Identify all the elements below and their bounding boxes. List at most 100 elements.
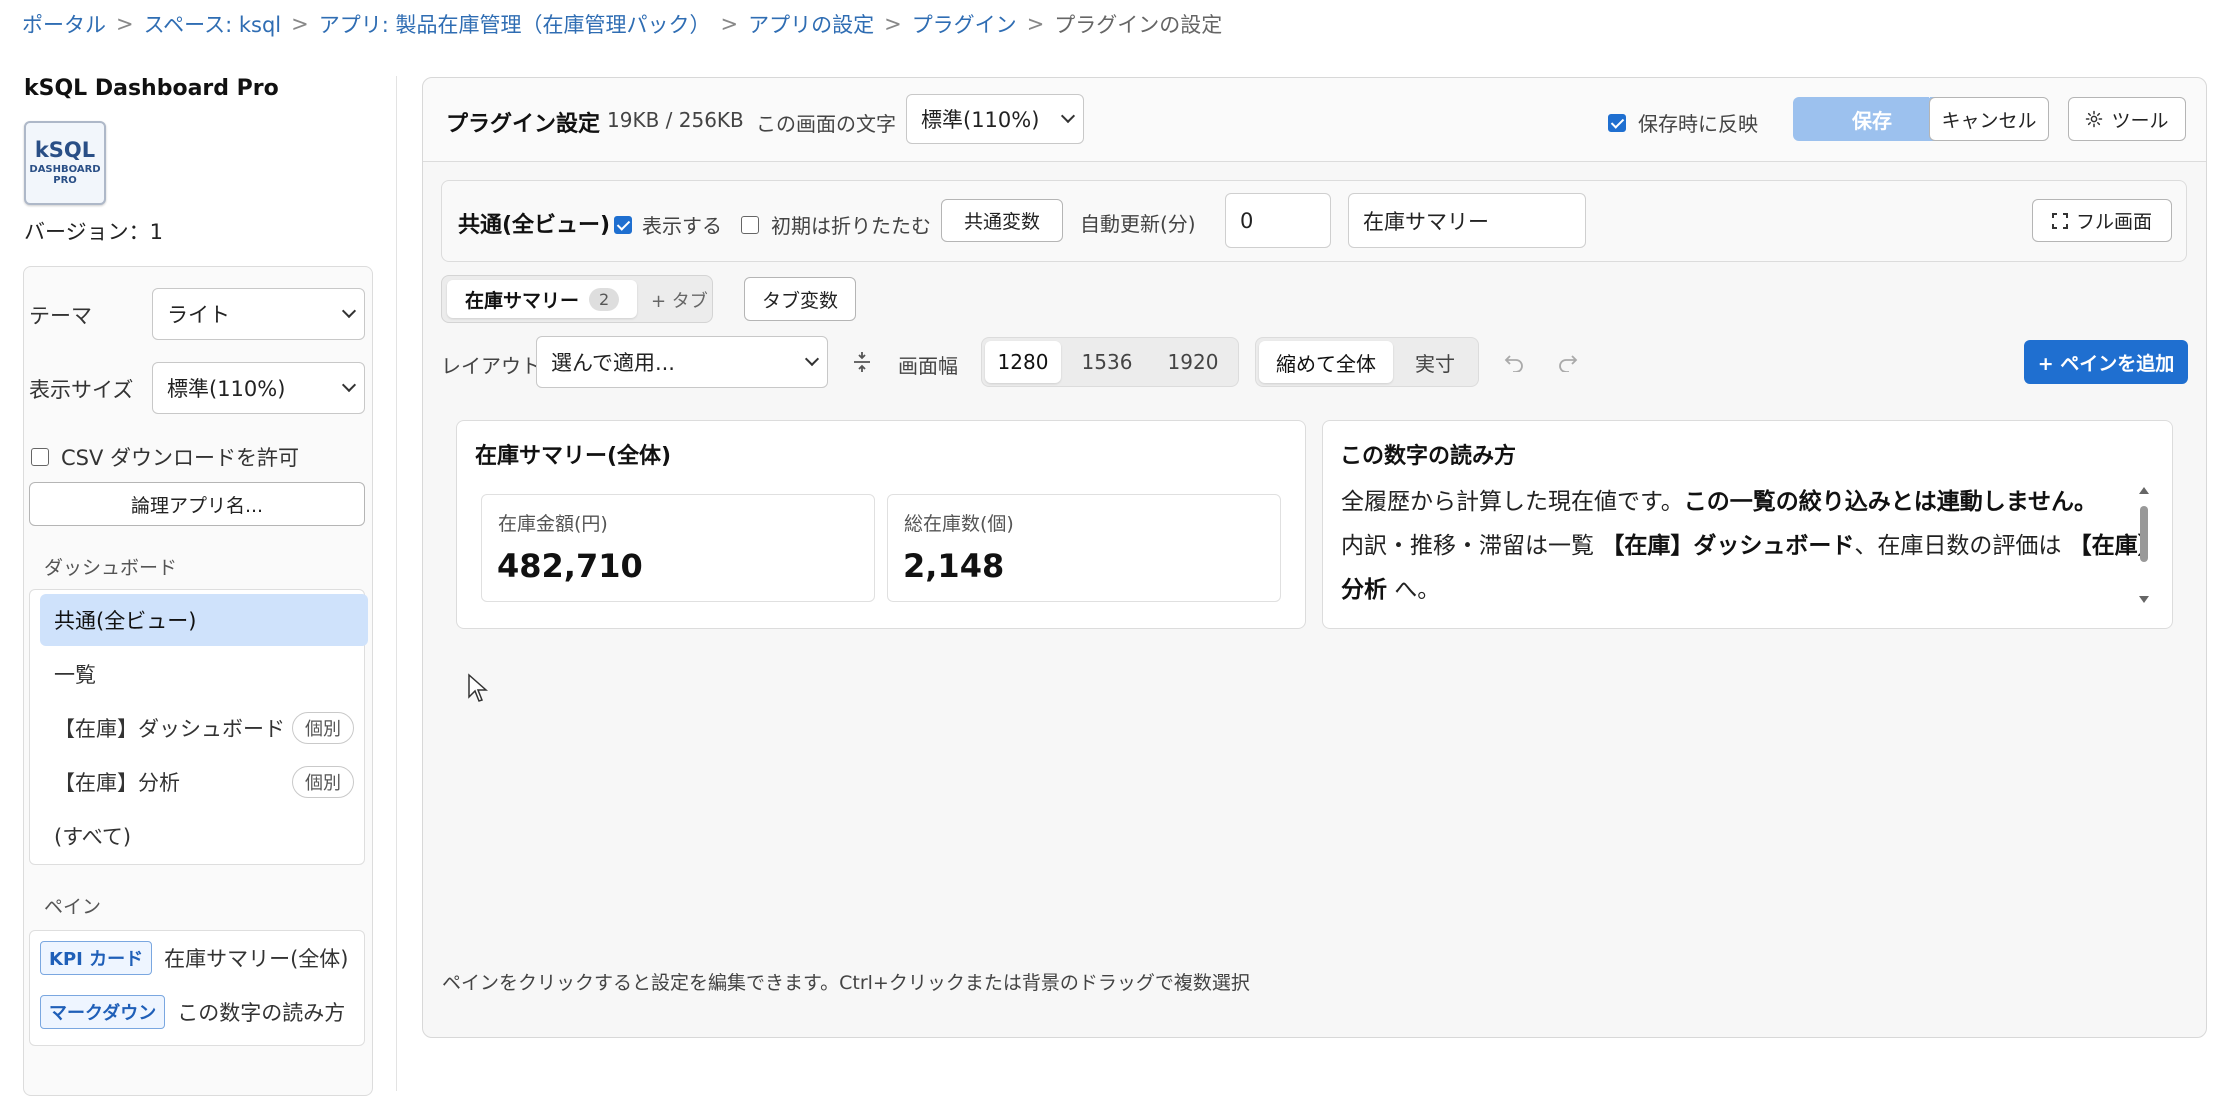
screen-width-label: 画面幅 xyxy=(898,354,958,378)
kpi-value: 2,148 xyxy=(903,547,1005,585)
scrollbar-graphic xyxy=(2139,487,2149,603)
pane-list-label: 在庫サマリー(全体) xyxy=(164,947,349,971)
breadcrumb-space[interactable]: スペース: ksql xyxy=(144,9,282,39)
width-option-1280[interactable]: 1280 xyxy=(985,341,1061,383)
dashboard-item-label: 【在庫】分析 xyxy=(54,771,180,795)
pane-list-item[interactable]: マークダウン この数字の読み方 xyxy=(40,992,345,1032)
width-option-1920[interactable]: 1920 xyxy=(1155,341,1231,383)
breadcrumb-current: プラグインの設定 xyxy=(1054,13,1223,37)
actual-size-option[interactable]: 実寸 xyxy=(1397,341,1473,383)
breadcrumb-separator: > xyxy=(116,12,134,36)
individual-badge: 個別 xyxy=(292,712,354,744)
kpi-label: 在庫金額(円) xyxy=(498,513,608,535)
size-select-value: 標準(110%) xyxy=(167,377,286,401)
undo-icon[interactable] xyxy=(1503,352,1525,372)
md-bold: 【在庫】ダッシュボード xyxy=(1601,533,1855,559)
chevron-down-icon xyxy=(341,303,357,319)
breadcrumb-separator: > xyxy=(291,12,309,36)
collapse-option: 初期は折りたたむ xyxy=(741,210,931,239)
show-option: 表示する xyxy=(614,210,722,239)
dashboard-item-label: (すべて) xyxy=(54,825,132,849)
logo-text: kSQL xyxy=(34,138,96,162)
csv-label: CSV ダウンロードを許可 xyxy=(61,446,300,470)
fullscreen-icon xyxy=(2051,212,2068,229)
pane-list-label: この数字の読み方 xyxy=(177,1001,346,1025)
breadcrumb-separator: > xyxy=(884,12,902,36)
apply-on-save-label: 保存時に反映 xyxy=(1638,112,1758,136)
kpi-pane-title: 在庫サマリー(全体) xyxy=(475,444,672,469)
size-info: 19KB / 256KB xyxy=(607,108,744,132)
add-tab-button[interactable]: + タブ xyxy=(651,287,708,313)
mouse-cursor-icon xyxy=(468,673,488,702)
app-logo: kSQL DASHBOARD PRO xyxy=(24,121,106,205)
md-text: 、在庫日数の評価は xyxy=(1854,533,2069,559)
breadcrumb-separator: > xyxy=(1026,12,1045,36)
layout-label: レイアウト xyxy=(441,354,541,378)
dashboard-item-inventory-dashboard[interactable]: 【在庫】ダッシュボード 個別 xyxy=(40,702,368,754)
dashboard-item-common[interactable]: 共通(全ビュー) xyxy=(40,594,368,646)
theme-label: テーマ xyxy=(29,304,92,328)
canvas-hint: ペインをクリックすると設定を編集できます。Ctrl+クリックまたは背景のドラッグ… xyxy=(442,972,1250,994)
layout-select-value: 選んで適用... xyxy=(551,351,675,375)
logo-text: PRO xyxy=(53,175,77,186)
breadcrumb-app[interactable]: アプリ: 製品在庫管理（在庫管理パック） xyxy=(319,9,711,39)
theme-select-value: ライト xyxy=(167,303,230,327)
width-option-1536[interactable]: 1536 xyxy=(1069,341,1145,383)
markdown-line: 全履歴から計算した現在値です。この一覧の絞り込みとは連動しません。 xyxy=(1341,480,2141,524)
save-button[interactable]: 保存 xyxy=(1793,97,1951,141)
breadcrumb-separator: > xyxy=(720,12,739,36)
kpi-card: 在庫金額(円) 482,710 xyxy=(481,494,875,602)
collapse-label: 初期は折りたたむ xyxy=(771,214,931,238)
theme-select[interactable]: ライト xyxy=(152,288,365,340)
app-name: kSQL Dashboard Pro xyxy=(24,76,279,101)
dashboard-item-all[interactable]: (すべて) xyxy=(40,810,368,862)
redo-icon[interactable] xyxy=(1557,352,1579,372)
auto-refresh-label: 自動更新(分) xyxy=(1080,212,1196,236)
breadcrumb-app-settings[interactable]: アプリの設定 xyxy=(748,9,874,39)
dashboard-item-inventory-analysis[interactable]: 【在庫】分析 個別 xyxy=(40,756,368,808)
collapse-vertical-icon[interactable] xyxy=(853,351,871,373)
tools-button[interactable]: ツール xyxy=(2068,97,2186,141)
layout-select[interactable]: 選んで適用... xyxy=(536,336,828,388)
dashboard-name-input[interactable]: 在庫サマリー xyxy=(1348,193,1586,248)
dashboard-item-list[interactable]: 一覧 xyxy=(40,648,368,700)
tab-vars-button[interactable]: タブ変数 xyxy=(744,277,856,321)
md-text: へ。 xyxy=(1387,577,1441,603)
md-bold: 分析 xyxy=(1341,577,1387,603)
fullscreen-button[interactable]: フル画面 xyxy=(2032,199,2172,242)
chevron-down-icon xyxy=(804,351,820,367)
common-vars-button[interactable]: 共通変数 xyxy=(941,199,1063,242)
cancel-button[interactable]: キャンセル xyxy=(1929,97,2049,141)
individual-badge: 個別 xyxy=(292,766,354,798)
fit-scale-option[interactable]: 縮めて全体 xyxy=(1259,341,1393,383)
breadcrumb-plugin[interactable]: プラグイン xyxy=(912,9,1017,39)
fullscreen-label: フル画面 xyxy=(2075,211,2152,233)
md-bold: この一覧の絞り込みとは連動しません。 xyxy=(1683,489,2098,515)
md-text: 全履歴から計算した現在値です。 xyxy=(1341,489,1684,515)
apply-on-save-checkbox[interactable] xyxy=(1608,113,1626,132)
font-size-select[interactable]: 標準(110%) xyxy=(906,94,1084,144)
md-text: 内訳・推移・滞留は一覧 xyxy=(1341,533,1602,559)
dashboard-item-label: 【在庫】ダッシュボード xyxy=(54,717,285,741)
tab-inventory-summary[interactable]: 在庫サマリー 2 xyxy=(447,280,637,318)
markdown-scrollbar[interactable] xyxy=(2137,482,2151,612)
chevron-down-icon xyxy=(1060,108,1076,124)
tools-label: ツール xyxy=(2111,109,2169,132)
page-title: プラグイン設定 xyxy=(446,112,601,137)
markdown-pane-title: この数字の読み方 xyxy=(1340,444,1517,469)
breadcrumb-portal[interactable]: ポータル xyxy=(22,9,106,39)
markdown-line: 分析 へ。 xyxy=(1341,568,2141,612)
size-label: 表示サイズ xyxy=(29,378,134,402)
kpi-value: 482,710 xyxy=(497,547,643,585)
apply-on-save-option: 保存時に反映 xyxy=(1608,108,1758,137)
font-size-select-value: 標準(110%) xyxy=(921,108,1040,132)
auto-refresh-input[interactable]: 0 xyxy=(1225,193,1331,248)
show-checkbox[interactable] xyxy=(614,215,632,234)
pane-list-item[interactable]: KPI カード 在庫サマリー(全体) xyxy=(40,938,349,978)
collapse-checkbox[interactable] xyxy=(741,215,759,234)
size-select[interactable]: 標準(110%) xyxy=(152,362,365,414)
csv-checkbox[interactable] xyxy=(31,448,49,466)
add-pane-button[interactable]: + ペインを追加 xyxy=(2024,340,2188,384)
logical-app-name-button[interactable]: 論理アプリ名... xyxy=(29,482,365,526)
pane-section-title: ペイン xyxy=(44,896,102,918)
